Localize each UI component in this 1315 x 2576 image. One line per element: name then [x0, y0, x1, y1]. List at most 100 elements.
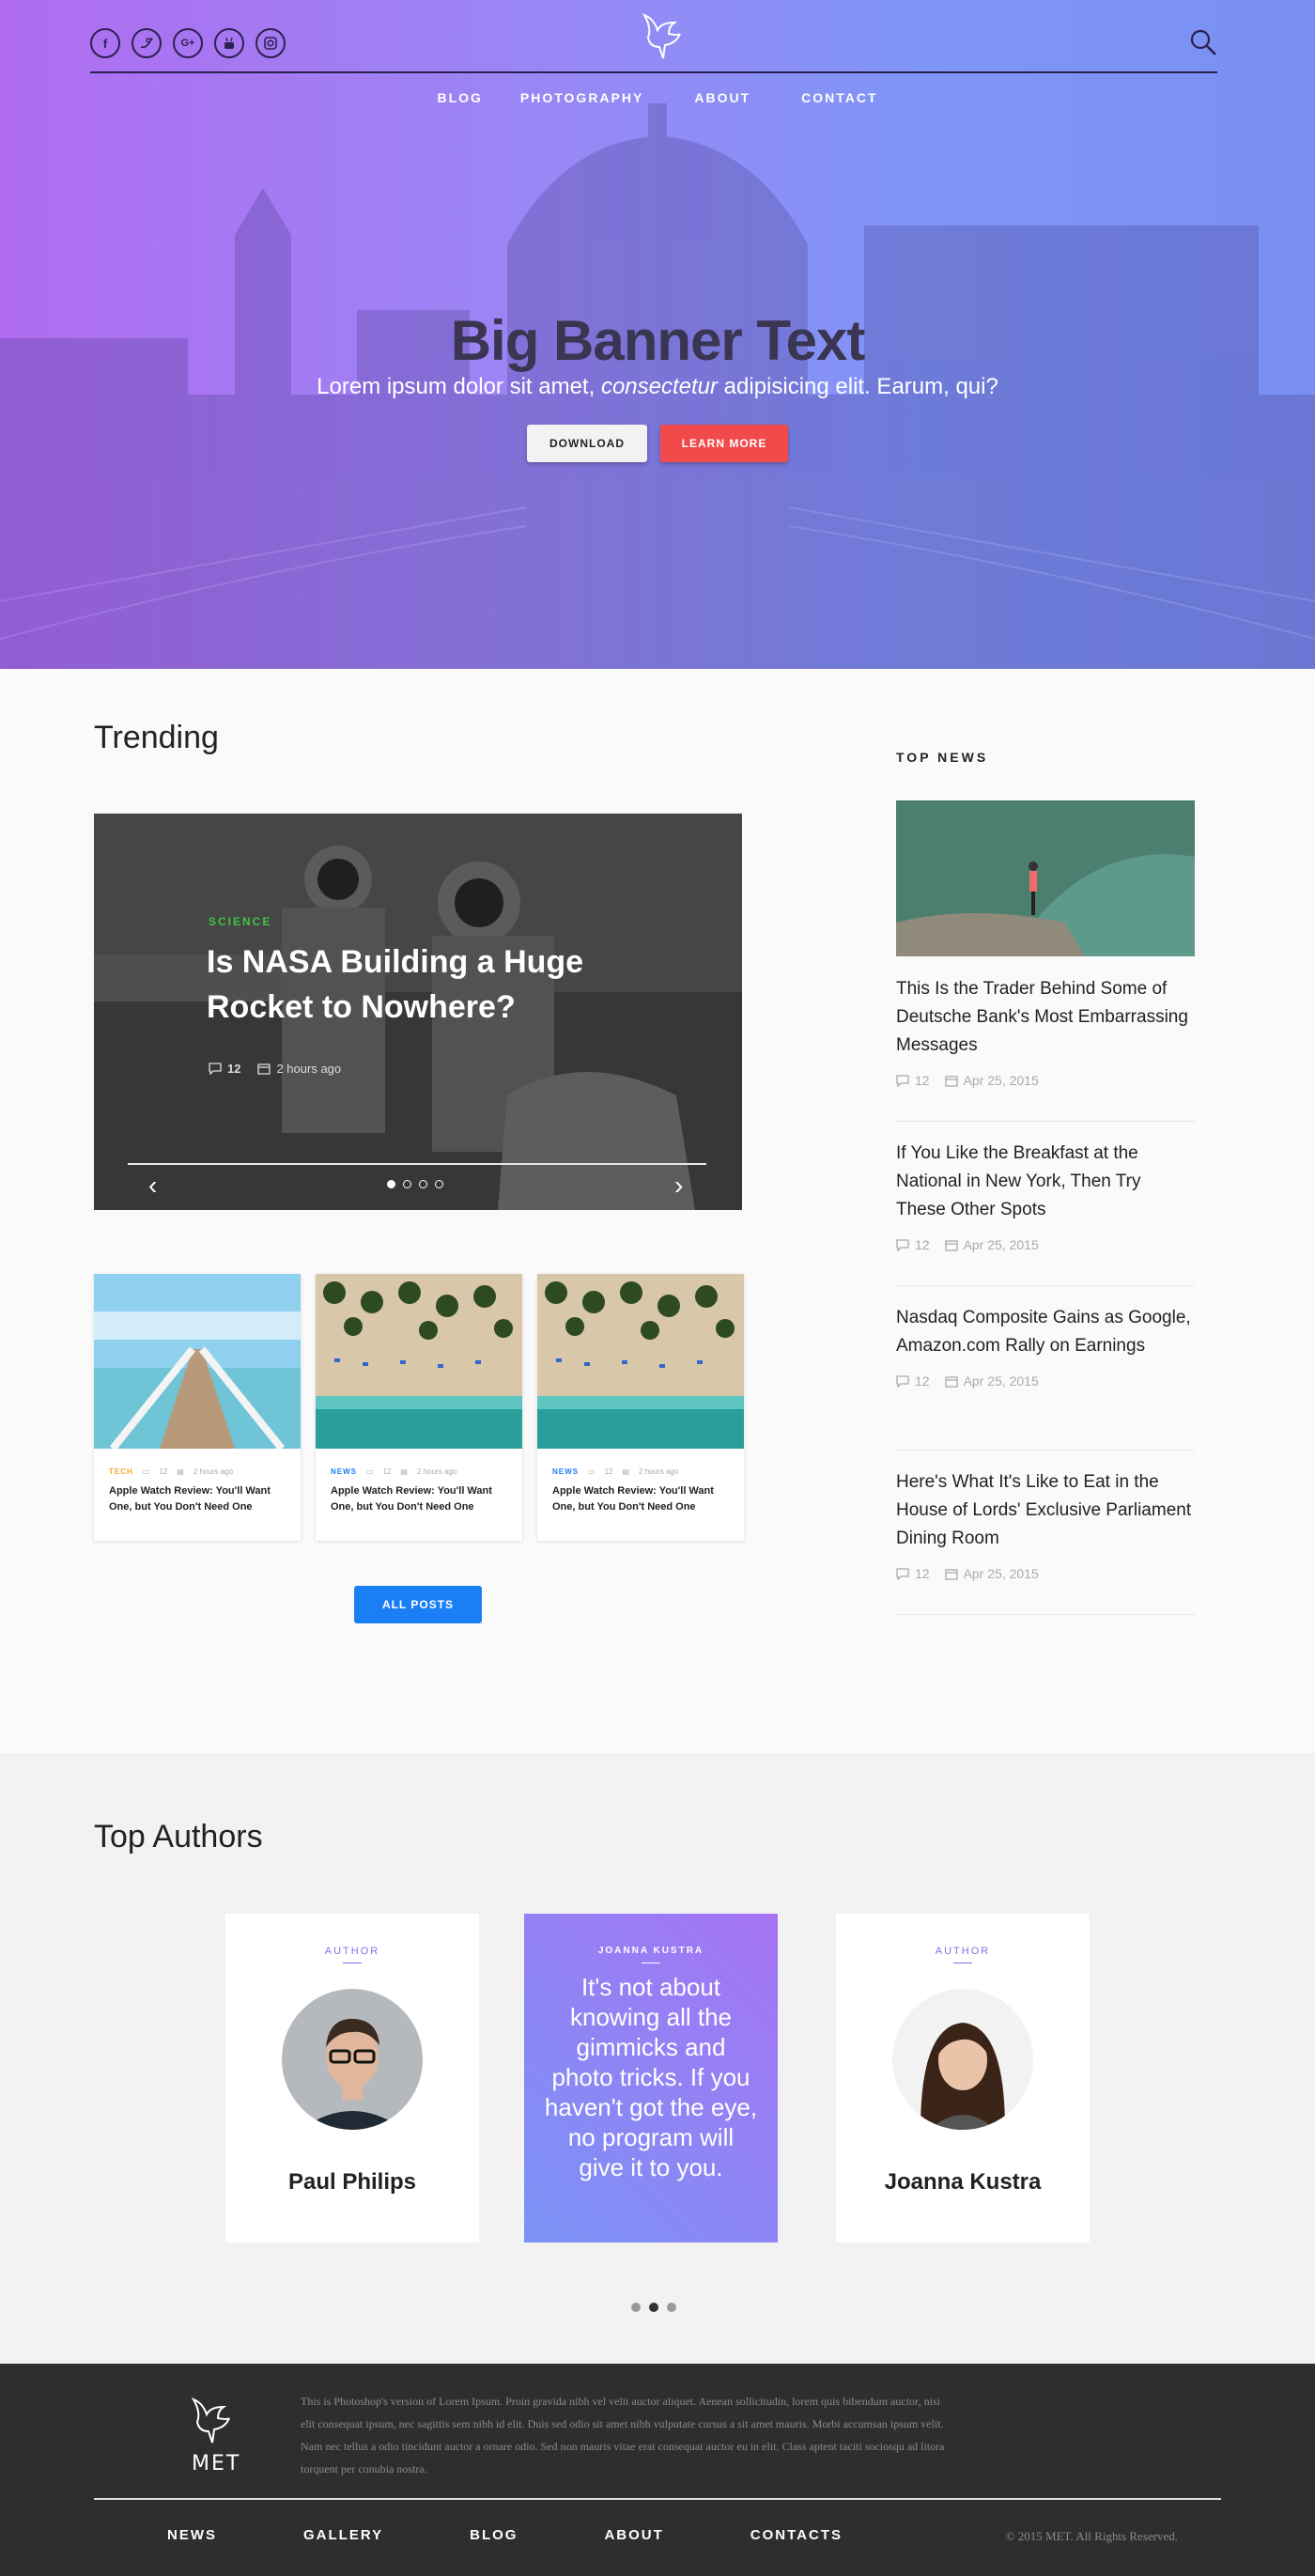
news-meta: 12 Apr 25, 2015	[896, 1566, 1195, 1581]
hero-buttons: DOWNLOAD LEARN MORE	[0, 425, 1315, 462]
pagination-dot[interactable]	[631, 2303, 641, 2312]
card-title[interactable]: Apple Watch Review: You'll Want One, but…	[537, 1476, 744, 1515]
news-comments: 12	[896, 1237, 930, 1252]
footer-nav-news[interactable]: NEWS	[167, 2527, 217, 2543]
main-nav: BLOG PHOTOGRAPHY ABOUT CONTACT	[0, 90, 1315, 105]
news-item[interactable]: Here's What It's Like to Eat in the Hous…	[896, 1468, 1195, 1615]
yoga-cliff-image[interactable]	[896, 800, 1195, 956]
slider-dot[interactable]	[403, 1180, 411, 1188]
nav-blog[interactable]: BLOG	[437, 90, 482, 105]
news-comments: 12	[896, 1566, 930, 1581]
nav-about[interactable]: ABOUT	[694, 90, 750, 105]
chevron-right-icon[interactable]: ›	[674, 1172, 683, 1199]
footer-nav-about[interactable]: ABOUT	[604, 2527, 663, 2543]
author-name[interactable]: Joanna Kustra	[836, 2169, 1090, 2196]
beach-image	[316, 1274, 522, 1449]
news-meta: 12 Apr 25, 2015	[896, 1373, 1195, 1389]
footer-nav: NEWS GALLERY BLOG ABOUT CONTACTS	[167, 2527, 929, 2543]
post-card[interactable]: TECH ▭ 12 ▤ 2 hours ago Apple Watch Review…	[94, 1274, 301, 1541]
quote-author: JOANNA KUSTRA	[597, 1946, 704, 1956]
slider-dot[interactable]	[419, 1180, 427, 1188]
nav-contact[interactable]: CONTACT	[801, 90, 877, 105]
twitter-icon[interactable]	[132, 28, 162, 58]
post-card[interactable]: NEWS ▭ 12 ▤ 2 hours ago Apple Watch Review…	[316, 1274, 522, 1541]
news-comment-count: 12	[915, 1237, 930, 1252]
calendar-icon: ▤	[177, 1467, 184, 1476]
avatar[interactable]	[282, 1989, 423, 2130]
footer-brand: MET	[192, 2452, 241, 2475]
news-date-text: Apr 25, 2015	[963, 1237, 1039, 1252]
trending-slider[interactable]: SCIENCE Is NASA Building a Huge Rocket t…	[94, 814, 742, 1210]
news-item[interactable]: Nasdaq Composite Gains as Google, Amazon…	[896, 1304, 1195, 1451]
youtube-icon[interactable]	[214, 28, 244, 58]
comment-icon: ▭	[142, 1467, 150, 1476]
post-card[interactable]: NEWS ▭ 12 ▤ 2 hours ago Apple Watch Review…	[537, 1274, 744, 1541]
card-tag[interactable]: TECH	[109, 1467, 133, 1476]
calendar-icon: ▤	[622, 1467, 630, 1476]
author-label: AUTHOR	[935, 1946, 991, 1957]
footer-nav-gallery[interactable]: GALLERY	[303, 2527, 383, 2543]
slide-title[interactable]: Is NASA Building a Huge Rocket to Nowher…	[207, 939, 658, 1030]
author-card[interactable]: AUTHOR Paul Philips	[225, 1914, 479, 2242]
slide-time: 2 hours ago	[257, 1062, 341, 1076]
all-posts-button[interactable]: ALL POSTS	[354, 1586, 482, 1623]
nav-photography[interactable]: PHOTOGRAPHY	[520, 90, 643, 105]
news-title[interactable]: This Is the Trader Behind Some of Deutsc…	[896, 975, 1195, 1060]
news-meta: 12 Apr 25, 2015	[896, 1073, 1195, 1088]
slide-comments: 12	[209, 1062, 240, 1076]
download-button[interactable]: DOWNLOAD	[527, 425, 647, 462]
news-date: Apr 25, 2015	[944, 1373, 1039, 1389]
card-title[interactable]: Apple Watch Review: You'll Want One, but…	[94, 1476, 301, 1515]
chevron-left-icon[interactable]: ‹	[148, 1172, 157, 1199]
news-item[interactable]: If You Like the Breakfast at the Nationa…	[896, 1140, 1195, 1286]
footer-nav-contacts[interactable]: CONTACTS	[750, 2527, 843, 2543]
comment-icon: ▭	[588, 1467, 596, 1476]
card-title[interactable]: Apple Watch Review: You'll Want One, but…	[316, 1476, 522, 1515]
card-time: 2 hours ago	[417, 1467, 457, 1476]
comment-icon	[896, 1374, 909, 1388]
news-title[interactable]: Nasdaq Composite Gains as Google, Amazon…	[896, 1304, 1195, 1360]
calendar-icon: ▤	[400, 1467, 409, 1476]
calendar-icon	[944, 1075, 958, 1087]
bird-logo-icon[interactable]	[188, 2394, 233, 2451]
slider-dot[interactable]	[435, 1180, 443, 1188]
facebook-icon[interactable]: f	[90, 28, 120, 58]
card-meta: NEWS ▭ 12 ▤ 2 hours ago	[316, 1449, 522, 1476]
quote-text: It's not about knowing all the gimmicks …	[544, 1973, 758, 2181]
footer-nav-blog[interactable]: BLOG	[470, 2527, 518, 2543]
beach-image	[537, 1274, 744, 1449]
slider-dot[interactable]	[387, 1180, 395, 1188]
avatar[interactable]	[892, 1989, 1033, 2130]
pagination-dot[interactable]	[649, 2303, 658, 2312]
trending-title: Trending	[94, 720, 219, 755]
hero-subtitle-text: Lorem ipsum dolor sit amet,	[317, 374, 601, 399]
instagram-icon[interactable]	[255, 28, 286, 58]
slide-comment-count: 12	[227, 1062, 241, 1076]
comment-icon	[209, 1063, 222, 1075]
author-label: AUTHOR	[324, 1946, 380, 1957]
author-card[interactable]: AUTHOR Joanna Kustra	[836, 1914, 1090, 2242]
top-news-label: TOP NEWS	[896, 750, 989, 765]
author-quote-card: JOANNA KUSTRA It's not about knowing all…	[524, 1914, 778, 2242]
bird-logo-icon[interactable]	[641, 9, 682, 67]
footer: MET This is Photoshop's version of Lorem…	[0, 2364, 1315, 2576]
news-date-text: Apr 25, 2015	[963, 1073, 1039, 1088]
news-item[interactable]: This Is the Trader Behind Some of Deutsc…	[896, 975, 1195, 1122]
news-title[interactable]: If You Like the Breakfast at the Nationa…	[896, 1140, 1195, 1224]
news-comments: 12	[896, 1373, 930, 1389]
card-tag[interactable]: NEWS	[331, 1467, 357, 1476]
author-name[interactable]: Paul Philips	[225, 2169, 479, 2196]
social-links: f G+	[90, 28, 286, 58]
footer-divider	[94, 2498, 1221, 2500]
news-title[interactable]: Here's What It's Like to Eat in the Hous…	[896, 1468, 1195, 1553]
card-comments: 12	[382, 1467, 392, 1476]
learn-more-button[interactable]: LEARN MORE	[660, 425, 788, 462]
slider-dots	[387, 1180, 443, 1188]
slider-divider	[128, 1163, 706, 1165]
comment-icon: ▭	[366, 1467, 374, 1476]
card-time: 2 hours ago	[639, 1467, 679, 1476]
search-icon[interactable]	[1189, 28, 1217, 61]
pagination-dot[interactable]	[667, 2303, 676, 2312]
card-tag[interactable]: NEWS	[552, 1467, 579, 1476]
google-plus-icon[interactable]: G+	[173, 28, 203, 58]
